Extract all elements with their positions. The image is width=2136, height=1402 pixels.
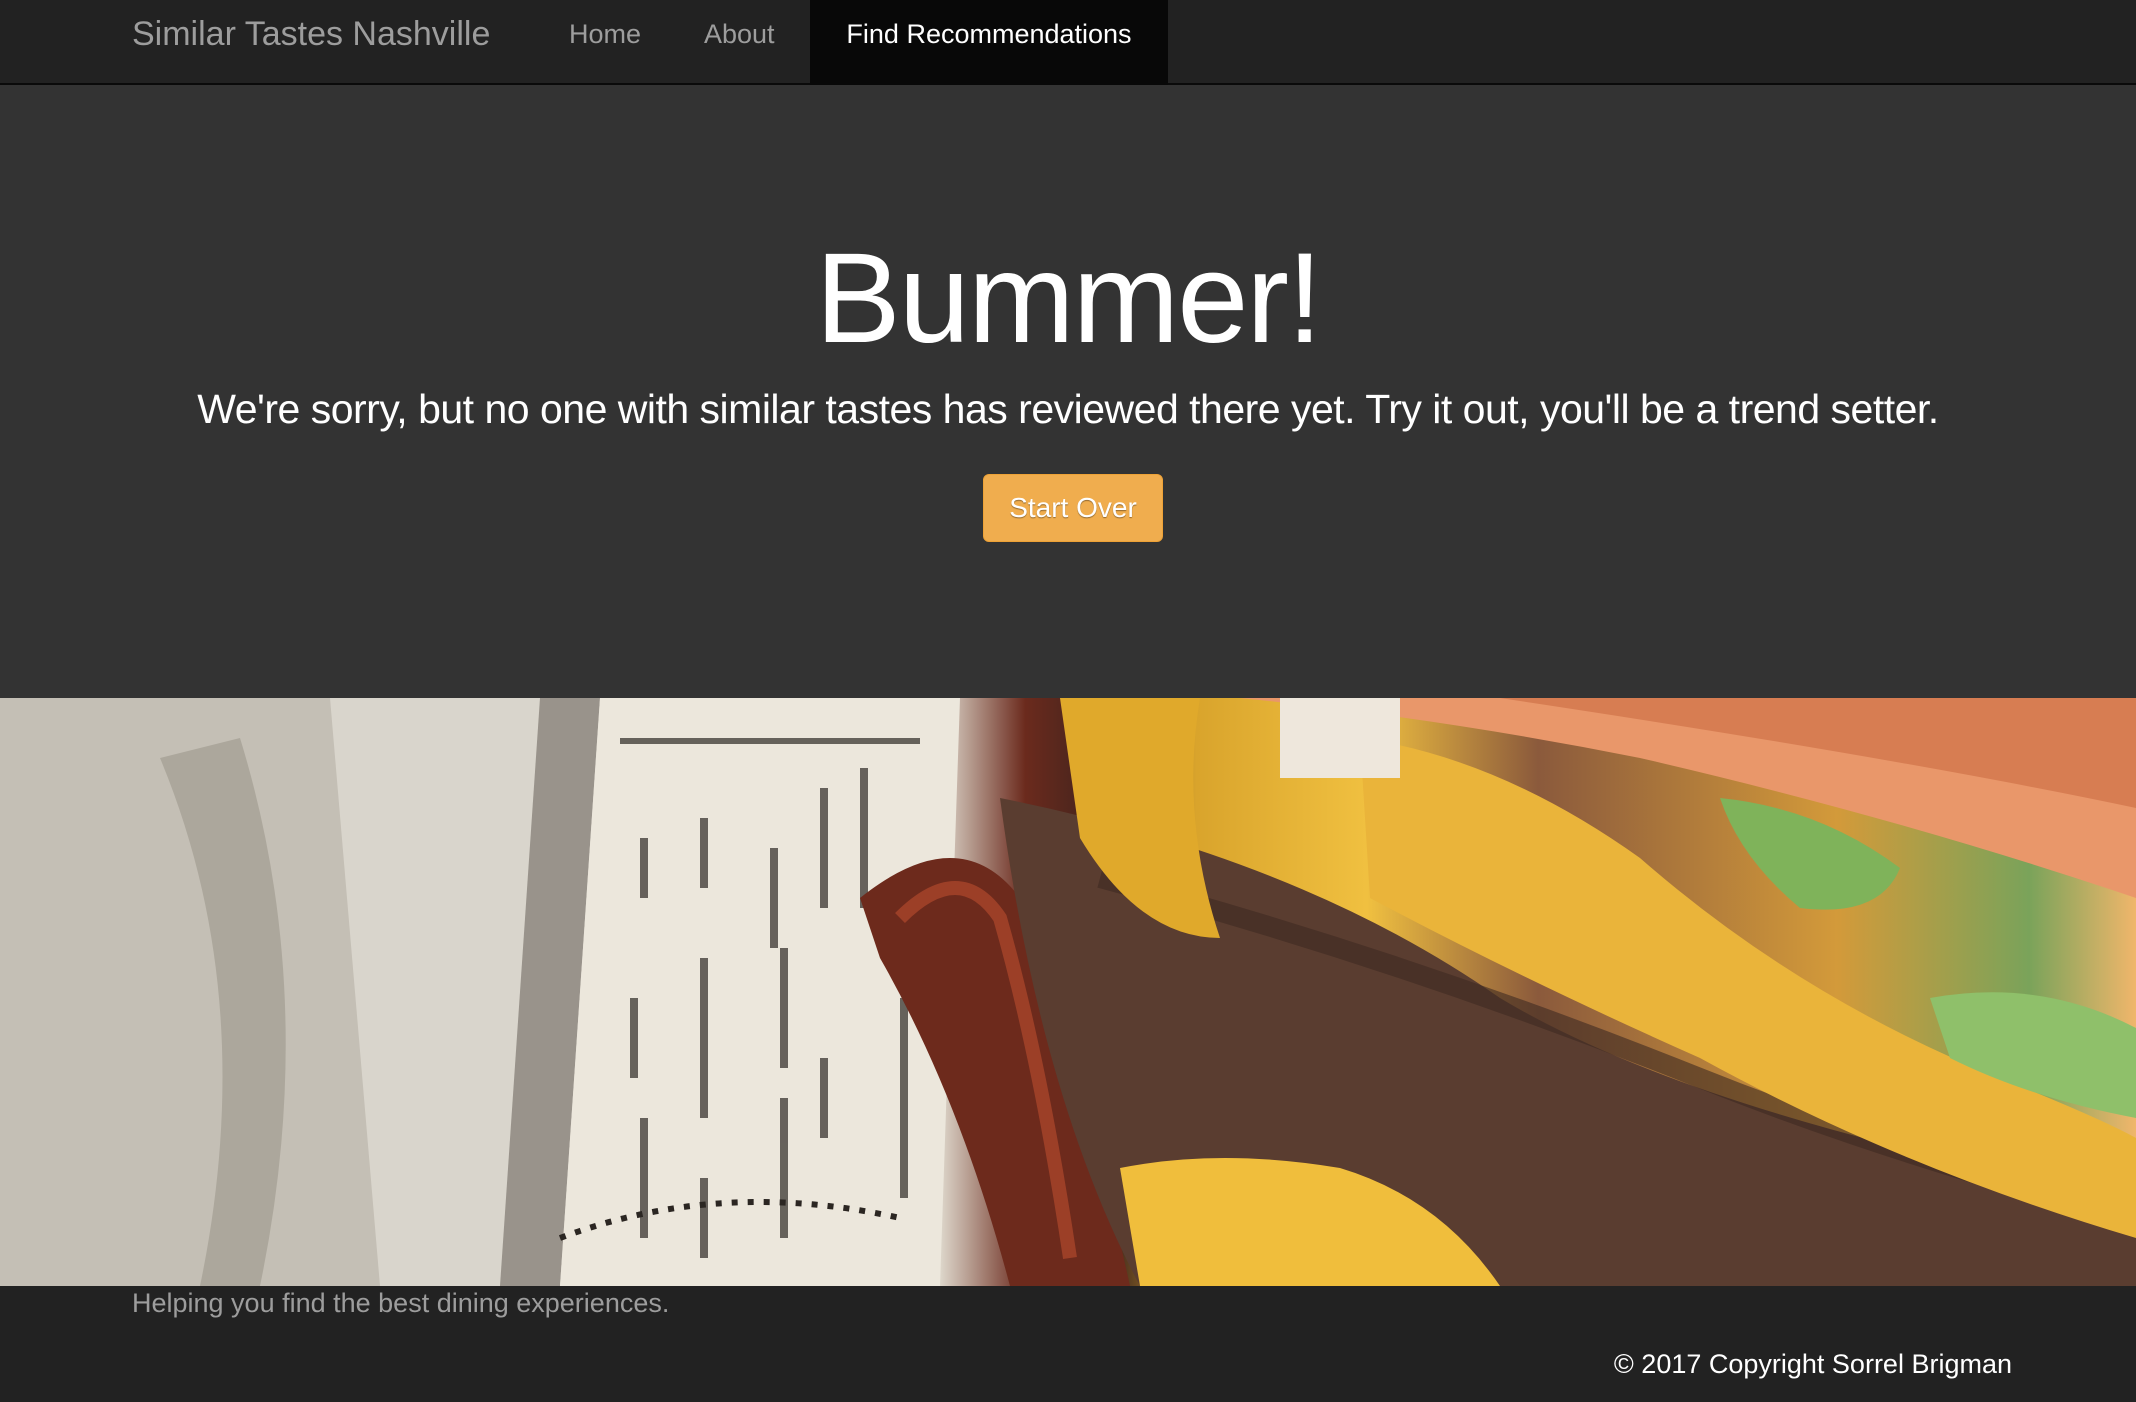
start-over-button[interactable]: Start Over [983, 474, 1163, 542]
footer-copyright: © 2017 Copyright Sorrel Brigman [1613, 1349, 2012, 1379]
burger-photo [0, 698, 2136, 1286]
nav-item-about[interactable]: About [704, 0, 775, 85]
footer-tagline: Helping you find the best dining experie… [132, 1288, 670, 1318]
hero-section: Bummer! We're sorry, but no one with sim… [0, 85, 2136, 698]
nav-item-find-recommendations[interactable]: Find Recommendations [810, 0, 1168, 85]
top-navbar: Similar Tastes Nashville Home About Find… [0, 0, 2136, 85]
no-results-message: We're sorry, but no one with similar tas… [197, 386, 1939, 432]
nav-item-home[interactable]: Home [569, 0, 641, 85]
page-title: Bummer! [815, 227, 1322, 370]
burger-illustration [0, 698, 2136, 1286]
brand-link[interactable]: Similar Tastes Nashville [132, 0, 490, 85]
